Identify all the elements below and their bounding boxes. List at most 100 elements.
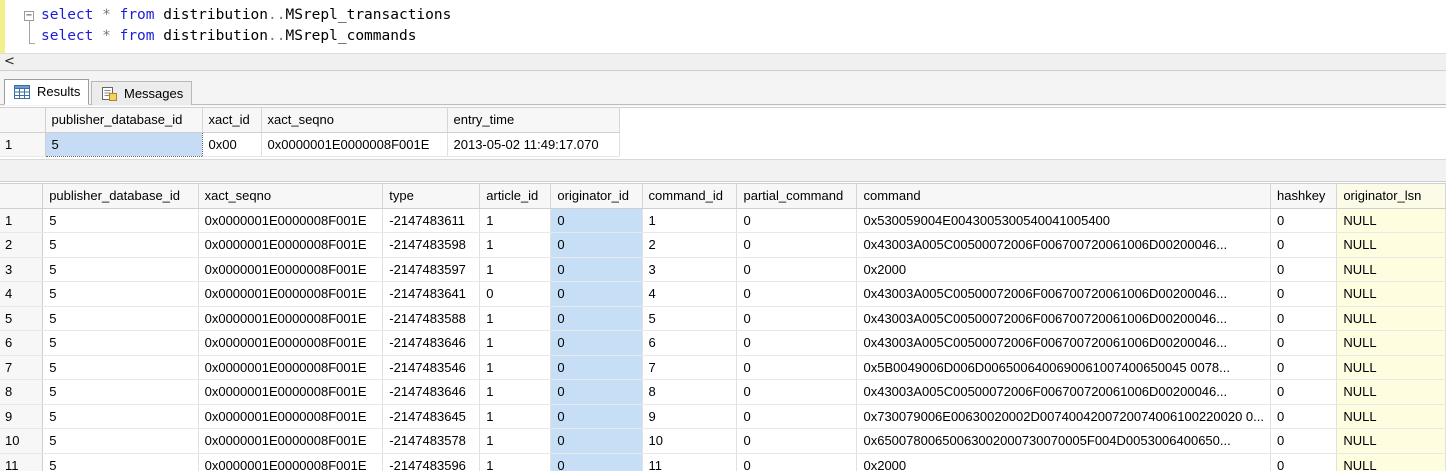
- table-cell[interactable]: 5: [42, 404, 199, 429]
- grid-splitter[interactable]: [0, 159, 1446, 182]
- column-header[interactable]: entry_time: [447, 108, 620, 133]
- table-cell[interactable]: 0: [550, 330, 643, 356]
- table-cell[interactable]: 0x0000001E0000008F001E: [198, 355, 384, 380]
- code-line-1[interactable]: select * from distribution..MSrepl_trans…: [41, 6, 451, 24]
- table-cell[interactable]: 0: [550, 306, 643, 331]
- results-grid-transactions[interactable]: publisher_database_id xact_id xact_seqno…: [0, 107, 1446, 159]
- table-cell[interactable]: 0: [1270, 257, 1338, 282]
- table-cell[interactable]: 0x2000: [856, 257, 1271, 282]
- tab-results[interactable]: Results: [4, 79, 90, 105]
- table-cell[interactable]: 3: [642, 257, 738, 282]
- table-cell[interactable]: 9: [642, 404, 738, 429]
- table-row[interactable]: 8 5 0x0000001E0000008F001E -2147483646 1 0 8 0 0…: [0, 379, 1446, 405]
- table-cell[interactable]: 0: [550, 453, 643, 471]
- table-cell[interactable]: 0: [1270, 208, 1338, 233]
- row-number[interactable]: 7: [0, 355, 44, 380]
- table-cell[interactable]: 5: [42, 281, 199, 307]
- table-cell[interactable]: -2147483646: [382, 330, 481, 356]
- table-cell[interactable]: 0: [1270, 355, 1338, 380]
- column-header[interactable]: originator_lsn: [1336, 184, 1446, 209]
- table-cell[interactable]: 0x0000001E0000008F001E: [198, 208, 384, 233]
- table-cell[interactable]: 0: [550, 232, 643, 258]
- column-header[interactable]: xact_id: [202, 108, 262, 133]
- column-header[interactable]: publisher_database_id: [45, 108, 203, 133]
- table-cell[interactable]: 0x0000001E0000008F001E: [198, 379, 384, 405]
- table-cell[interactable]: 0x43003A005C00500072006F006700720061006D…: [856, 281, 1271, 307]
- table-cell[interactable]: 6: [642, 330, 738, 356]
- row-number[interactable]: 1: [0, 132, 46, 157]
- table-cell[interactable]: 0: [736, 355, 858, 380]
- results-grid-commands[interactable]: publisher_database_id xact_seqno type ar…: [0, 183, 1446, 471]
- column-header[interactable]: command_id: [642, 184, 738, 209]
- table-cell[interactable]: 0x43003A005C00500072006F006700720061006D…: [856, 330, 1271, 356]
- table-cell[interactable]: 0: [479, 281, 552, 307]
- table-cell[interactable]: -2147483645: [382, 404, 481, 429]
- table-cell[interactable]: 0x43003A005C00500072006F006700720061006D…: [856, 379, 1271, 405]
- table-row[interactable]: 1 5 0x00 0x0000001E0000008F001E 2013-05-…: [0, 131, 620, 157]
- row-number[interactable]: 6: [0, 330, 44, 356]
- table-cell[interactable]: 0: [736, 453, 858, 471]
- table-cell[interactable]: 0: [736, 281, 858, 307]
- table-cell[interactable]: 5: [42, 453, 199, 471]
- row-header-corner[interactable]: [0, 184, 44, 209]
- table-cell[interactable]: 0x730079006E00630020002D0074004200720074…: [856, 404, 1271, 429]
- table-cell[interactable]: 8: [642, 379, 738, 405]
- table-row[interactable]: 1 5 0x0000001E0000008F001E -2147483611 1 0 1 0 0…: [0, 208, 1446, 233]
- table-cell[interactable]: 1: [479, 330, 552, 356]
- table-row[interactable]: 9 5 0x0000001E0000008F001E -2147483645 1 0 9 0 0…: [0, 404, 1446, 429]
- table-cell[interactable]: -2147483611: [382, 208, 481, 233]
- column-header[interactable]: xact_seqno: [198, 184, 384, 209]
- table-row[interactable]: 6 5 0x0000001E0000008F001E -2147483646 1 0 6 0 0…: [0, 330, 1446, 356]
- column-header[interactable]: publisher_database_id: [42, 184, 199, 209]
- table-cell[interactable]: 0: [736, 232, 858, 258]
- table-row[interactable]: 10 5 0x0000001E0000008F001E -2147483578 1 0 10…: [0, 428, 1446, 454]
- table-cell[interactable]: 0: [736, 257, 858, 282]
- table-cell[interactable]: -2147483646: [382, 379, 481, 405]
- column-header[interactable]: article_id: [479, 184, 552, 209]
- table-cell[interactable]: NULL: [1336, 232, 1446, 258]
- table-cell[interactable]: 0: [550, 208, 643, 233]
- table-cell[interactable]: 5: [42, 379, 199, 405]
- table-cell[interactable]: 0x65007800650063002000730070005F004D0053…: [856, 428, 1271, 454]
- column-header[interactable]: originator_id: [550, 184, 643, 209]
- table-cell[interactable]: 1: [479, 208, 552, 233]
- table-cell[interactable]: 0x2000: [856, 453, 1271, 471]
- table-cell[interactable]: 5: [42, 257, 199, 282]
- table-cell[interactable]: 1: [479, 232, 552, 258]
- table-cell[interactable]: NULL: [1336, 281, 1446, 307]
- table-cell[interactable]: -2147483588: [382, 306, 481, 331]
- table-cell[interactable]: 0: [550, 257, 643, 282]
- table-cell[interactable]: 5: [42, 208, 199, 233]
- table-cell[interactable]: 0: [736, 379, 858, 405]
- table-cell[interactable]: 0: [1270, 232, 1338, 258]
- row-number[interactable]: 8: [0, 379, 44, 405]
- table-row[interactable]: 4 5 0x0000001E0000008F001E -2147483641 0 0 4 0 0…: [0, 281, 1446, 307]
- table-row[interactable]: 2 5 0x0000001E0000008F001E -2147483598 1 0 2 0 0…: [0, 232, 1446, 258]
- table-cell[interactable]: 0: [736, 404, 858, 429]
- table-cell[interactable]: 0x0000001E0000008F001E: [198, 306, 384, 331]
- table-cell[interactable]: 0: [550, 281, 643, 307]
- table-cell[interactable]: 10: [642, 428, 738, 454]
- table-cell[interactable]: 0x0000001E0000008F001E: [198, 232, 384, 258]
- tab-messages[interactable]: Messages: [91, 81, 193, 105]
- query-editor[interactable]: − select * from distribution..MSrepl_tra…: [0, 0, 1446, 53]
- table-cell[interactable]: NULL: [1336, 330, 1446, 356]
- table-cell[interactable]: 0x43003A005C00500072006F006700720061006D…: [856, 232, 1271, 258]
- column-header[interactable]: command: [856, 184, 1271, 209]
- table-cell[interactable]: 5: [42, 232, 199, 258]
- table-cell[interactable]: 5: [42, 355, 199, 380]
- table-cell[interactable]: -2147483578: [382, 428, 481, 454]
- table-cell[interactable]: 5: [42, 330, 199, 356]
- table-cell[interactable]: 4: [642, 281, 738, 307]
- row-number[interactable]: 2: [0, 232, 44, 258]
- row-number[interactable]: 5: [0, 306, 44, 331]
- table-cell[interactable]: 0: [736, 208, 858, 233]
- row-number[interactable]: 1: [0, 208, 44, 233]
- row-number[interactable]: 10: [0, 428, 44, 454]
- row-number[interactable]: 4: [0, 281, 44, 307]
- table-cell[interactable]: NULL: [1336, 257, 1446, 282]
- table-cell[interactable]: 0x0000001E0000008F001E: [198, 330, 384, 356]
- column-header[interactable]: partial_command: [736, 184, 858, 209]
- code-line-2[interactable]: select * from distribution..MSrepl_comma…: [41, 27, 416, 45]
- table-cell[interactable]: NULL: [1336, 306, 1446, 331]
